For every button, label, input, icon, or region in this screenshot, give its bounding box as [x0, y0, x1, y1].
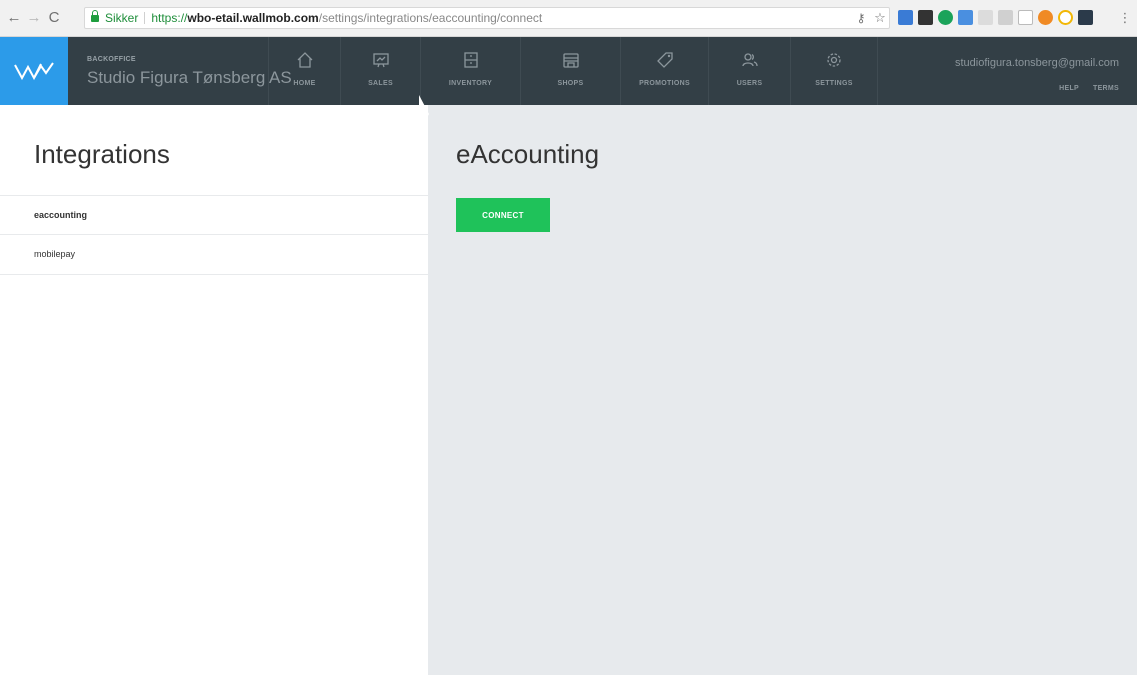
url-path: /settings/integrations/eaccounting/conne… — [318, 11, 543, 25]
extension-icon[interactable] — [958, 10, 973, 25]
nav-label: SALES — [368, 80, 393, 87]
extension-icon[interactable] — [1038, 10, 1053, 25]
integrations-sidebar: Integrations eaccounting mobilepay — [0, 105, 428, 675]
nav-label: SETTINGS — [815, 80, 853, 87]
help-link[interactable]: HELP — [1059, 85, 1079, 92]
nav-inventory[interactable]: INVENTORY — [420, 37, 520, 105]
active-item-pointer — [419, 95, 429, 133]
sidebar-item-label: eaccounting — [34, 210, 88, 220]
extension-icon[interactable] — [1078, 10, 1093, 25]
nav-promotions[interactable]: PROMOTIONS — [620, 37, 708, 105]
menu-kebab-icon[interactable]: ⋮ — [1117, 9, 1133, 27]
nav-label: PROMOTIONS — [639, 80, 690, 87]
back-arrow-icon[interactable]: ← — [6, 9, 22, 27]
reload-icon[interactable]: C — [46, 9, 62, 27]
sidebar-title: Integrations — [34, 139, 170, 169]
users-icon — [741, 53, 758, 67]
extension-icon[interactable] — [1058, 10, 1073, 25]
store-name: Studio Figura Tønsberg AS — [87, 68, 292, 87]
gear-icon — [827, 53, 841, 67]
extension-icon[interactable] — [938, 10, 953, 25]
extension-icon[interactable] — [978, 10, 993, 25]
main-panel: eAccounting CONNECT — [428, 105, 1137, 675]
nav-label: USERS — [736, 80, 763, 87]
nav-label: INVENTORY — [448, 80, 493, 87]
extension-icon[interactable] — [898, 10, 913, 25]
browser-toolbar: ← → C Sikker https://wbo-etail.wallmob.co… — [0, 0, 1137, 37]
nav-users[interactable]: USERS — [708, 37, 790, 105]
cast-icon[interactable] — [1018, 10, 1033, 25]
sidebar-item-eaccounting[interactable]: eaccounting — [0, 195, 428, 234]
app-header: BACKOFFICE Studio Figura Tønsberg AS HOM… — [0, 37, 1137, 105]
sidebar-item-mobilepay[interactable]: mobilepay — [0, 234, 428, 273]
url-scheme: https:// — [151, 11, 188, 25]
forward-arrow-icon[interactable]: → — [26, 9, 42, 27]
sales-icon — [372, 53, 389, 68]
shops-icon — [562, 53, 579, 68]
nav-label: HOME — [293, 80, 316, 87]
secure-label: Sikker — [105, 11, 139, 25]
divider — [0, 274, 428, 275]
nav-label: SHOPS — [557, 80, 584, 87]
extension-icon[interactable] — [998, 10, 1013, 25]
address-bar[interactable]: Sikker https://wbo-etail.wallmob.com/sett… — [84, 7, 890, 29]
nav-shops[interactable]: SHOPS — [520, 37, 620, 105]
sidebar-item-label: mobilepay — [34, 249, 76, 259]
inventory-icon — [463, 52, 478, 68]
camera-extension-icon[interactable] — [918, 10, 933, 25]
bookmark-star-icon[interactable]: ☆ — [872, 9, 888, 27]
page-title: eAccounting — [456, 139, 600, 169]
home-icon — [297, 52, 312, 68]
logo-mark-icon — [14, 62, 54, 81]
user-email[interactable]: studiofigura.tonsberg@gmail.com — [955, 57, 1119, 69]
nav-sales[interactable]: SALES — [340, 37, 420, 105]
lock-icon — [91, 10, 99, 22]
url-host: wbo-etail.wallmob.com — [187, 11, 319, 25]
connect-button[interactable]: CONNECT — [456, 198, 550, 232]
terms-link[interactable]: TERMS — [1093, 85, 1119, 92]
key-icon[interactable]: ⚷ — [853, 9, 869, 27]
nav-settings[interactable]: SETTINGS — [790, 37, 878, 105]
brand-subtitle: BACKOFFICE — [87, 56, 136, 63]
nav-home[interactable]: HOME — [268, 37, 340, 105]
wallmob-logo[interactable] — [0, 37, 68, 105]
tag-icon — [656, 52, 673, 68]
